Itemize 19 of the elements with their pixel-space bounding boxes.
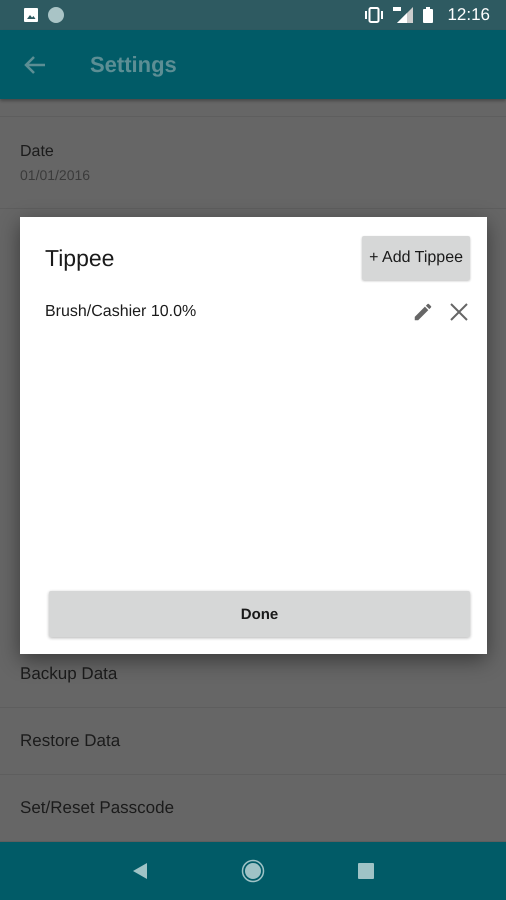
overview-icon[interactable] <box>358 863 374 879</box>
edit-icon[interactable] <box>412 301 434 323</box>
add-tippee-button[interactable]: + Add Tippee <box>362 236 470 280</box>
setting-label: Date <box>20 142 55 160</box>
setting-item[interactable]: Restore Data <box>0 708 506 775</box>
signal-icon <box>393 7 414 23</box>
image-icon <box>24 8 38 22</box>
home-icon[interactable] <box>240 859 265 883</box>
vibrate-icon <box>365 7 384 23</box>
screen-title: Settings <box>90 52 177 78</box>
close-icon[interactable] <box>450 303 468 321</box>
circle-icon <box>48 7 64 23</box>
clock-time: 12:16 <box>447 5 490 25</box>
back-icon[interactable] <box>132 863 148 879</box>
tippee-entry: Brush/Cashier 10.0% <box>45 303 198 321</box>
done-button[interactable]: Done <box>49 591 470 637</box>
battery-icon <box>423 7 434 23</box>
dialog-title: Tippee <box>45 244 114 272</box>
back-arrow-icon[interactable] <box>24 54 46 74</box>
